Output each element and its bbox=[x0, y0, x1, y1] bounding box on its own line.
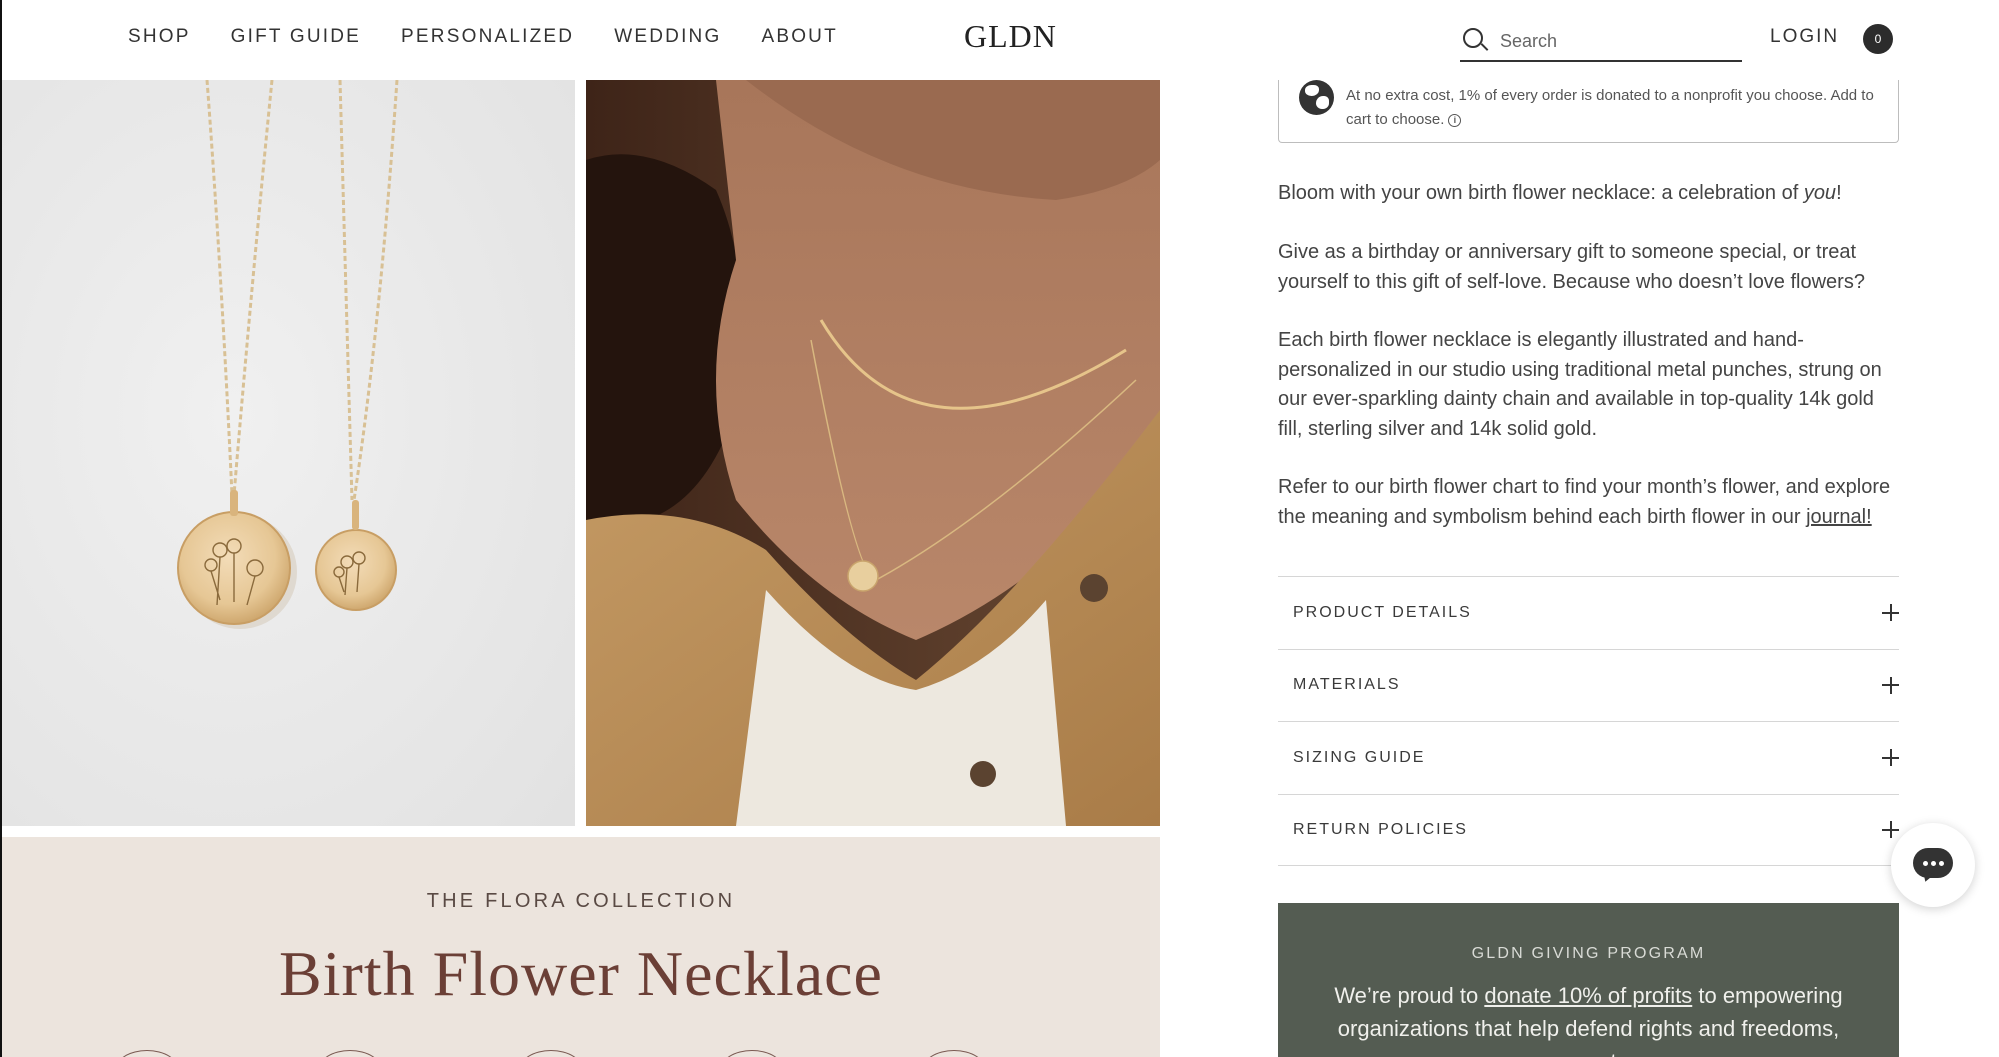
plus-icon bbox=[1882, 676, 1899, 694]
accordion-return-policies[interactable]: RETURN POLICIES bbox=[1278, 793, 1899, 866]
search-icon[interactable] bbox=[1462, 27, 1490, 55]
nav-personalized[interactable]: PERSONALIZED bbox=[401, 26, 574, 48]
description-emphasis: you bbox=[1803, 182, 1837, 204]
collection-eyebrow: THE FLORA COLLECTION bbox=[426, 890, 736, 912]
accordion-label: PRODUCT DETAILS bbox=[1293, 603, 1472, 621]
description-text: Bloom with your own birth flower necklac… bbox=[1278, 182, 1804, 204]
product-accordion: PRODUCT DETAILS MATERIALS SIZING GUIDE R… bbox=[1278, 576, 1899, 866]
globe-icon bbox=[1299, 80, 1334, 115]
plus-icon bbox=[1882, 749, 1899, 767]
cart-button[interactable]: 0 bbox=[1863, 24, 1893, 54]
accordion-sizing-guide[interactable]: SIZING GUIDE bbox=[1278, 721, 1899, 794]
flower-thumbnail[interactable] bbox=[318, 1050, 382, 1057]
nav-gift-guide[interactable]: GIFT GUIDE bbox=[231, 26, 361, 48]
accordion-label: RETURN POLICIES bbox=[1293, 820, 1468, 838]
flower-thumbnail[interactable] bbox=[115, 1050, 179, 1057]
donation-notice: At no extra cost, 1% of every order is d… bbox=[1278, 75, 1899, 143]
info-icon[interactable]: i bbox=[1448, 113, 1462, 127]
plus-icon bbox=[1882, 821, 1899, 839]
flower-thumbnail[interactable] bbox=[720, 1050, 784, 1057]
accordion-label: MATERIALS bbox=[1293, 676, 1401, 694]
chat-icon bbox=[1913, 848, 1953, 884]
chat-button[interactable] bbox=[1891, 823, 1975, 907]
description-paragraph: Each birth flower necklace is elegantly … bbox=[1278, 329, 1882, 440]
plus-icon bbox=[1882, 604, 1899, 622]
donation-text: At no extra cost, 1% of every order is d… bbox=[1346, 84, 1881, 132]
giving-text-copy: We’re proud to bbox=[1334, 983, 1485, 1008]
donate-profits-link[interactable]: donate 10% of profits bbox=[1484, 983, 1692, 1008]
image-gutter bbox=[575, 80, 586, 826]
site-logo[interactable]: GLDN bbox=[964, 18, 1057, 55]
main-nav: SHOP GIFT GUIDE PERSONALIZED WEDDING ABO… bbox=[128, 26, 838, 48]
description-paragraph: Refer to our birth flower chart to find … bbox=[1278, 473, 1903, 532]
search-box bbox=[1460, 22, 1742, 62]
site-header: SHOP GIFT GUIDE PERSONALIZED WEDDING ABO… bbox=[0, 0, 1999, 80]
description-paragraph: Bloom with your own birth flower necklac… bbox=[1278, 179, 1903, 209]
product-image-model[interactable] bbox=[586, 80, 1160, 826]
accordion-label: SIZING GUIDE bbox=[1293, 748, 1426, 766]
nav-shop[interactable]: SHOP bbox=[128, 26, 191, 48]
journal-link[interactable]: journal! bbox=[1806, 506, 1872, 528]
nav-wedding[interactable]: WEDDING bbox=[614, 26, 721, 48]
product-image-flat-lay[interactable] bbox=[2, 80, 575, 826]
description-text: ! bbox=[1836, 182, 1842, 204]
collection-title: Birth Flower Necklace bbox=[279, 938, 883, 1009]
flower-thumbnail[interactable] bbox=[519, 1050, 583, 1057]
nav-about[interactable]: ABOUT bbox=[761, 26, 837, 48]
giving-text: We’re proud to donate 10% of profits to … bbox=[1308, 979, 1869, 1057]
description-text: Refer to our birth flower chart to find … bbox=[1278, 476, 1891, 528]
accordion-product-details[interactable]: PRODUCT DETAILS bbox=[1278, 576, 1899, 649]
donation-text-copy: At no extra cost, 1% of every order is d… bbox=[1346, 87, 1874, 128]
accordion-materials[interactable]: MATERIALS bbox=[1278, 648, 1899, 722]
flower-thumbnail[interactable] bbox=[922, 1050, 986, 1057]
giving-program-panel: GLDN GIVING PROGRAM We’re proud to donat… bbox=[1278, 903, 1899, 1057]
login-link[interactable]: LOGIN bbox=[1770, 26, 1839, 48]
collection-banner: THE FLORA COLLECTION Birth Flower Neckla… bbox=[2, 837, 1160, 1057]
search-input[interactable] bbox=[1500, 30, 1730, 52]
description-paragraph: Give as a birthday or anniversary gift t… bbox=[1278, 241, 1865, 293]
giving-eyebrow: GLDN GIVING PROGRAM bbox=[1471, 945, 1706, 962]
